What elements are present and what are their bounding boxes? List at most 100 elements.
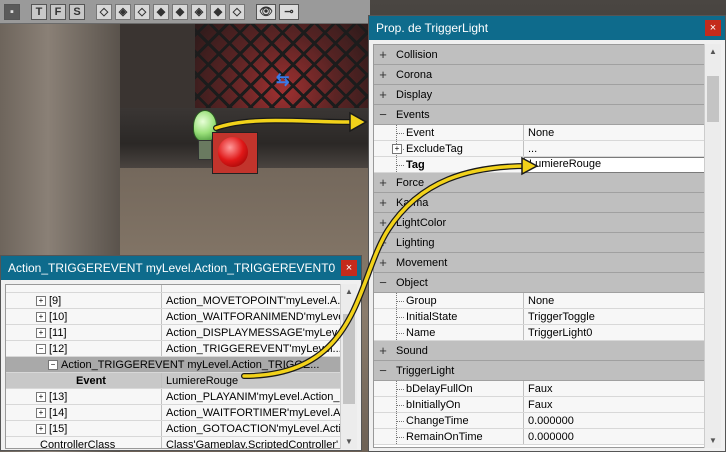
expand-icon[interactable]: + <box>374 215 392 230</box>
event-value[interactable]: LumiereRouge <box>162 375 342 387</box>
close-button[interactable]: × <box>705 20 721 36</box>
category-karma[interactable]: + Karma <box>374 193 709 213</box>
property-value[interactable]: TriggerLight0 <box>524 327 709 339</box>
action-value[interactable]: Action_PLAYANIM'myLevel.Action_... <box>162 391 342 403</box>
property-row[interactable]: Name TriggerLight0 <box>374 325 709 341</box>
action-row[interactable]: − [12] Action_TRIGGEREVENT'myLevel.... <box>6 341 342 357</box>
category-force[interactable]: + Force <box>374 173 709 193</box>
tag-value-field[interactable]: LumiereRouge <box>524 156 707 173</box>
wireframe-cube-icon[interactable]: ◇ <box>96 3 112 20</box>
actor-marker-icon[interactable]: ⇆ <box>276 70 289 90</box>
scroll-up-icon[interactable]: ▲ <box>705 47 721 56</box>
action-value[interactable]: Action_MOVETOPOINT'myLevel.A... <box>162 295 342 307</box>
action-scrollbar[interactable]: ▲ ▼ <box>340 284 357 449</box>
action-value[interactable]: Action_WAITFORTIMER'myLevel.A... <box>162 407 342 419</box>
view-mode-s-button[interactable]: S <box>69 3 85 20</box>
property-value[interactable]: Faux <box>524 383 709 395</box>
property-value[interactable]: TriggerToggle <box>524 311 709 323</box>
property-row[interactable]: Group None <box>374 293 709 309</box>
scroll-down-icon[interactable]: ▼ <box>341 437 357 446</box>
property-value[interactable]: None <box>524 127 709 139</box>
category-triggerlight[interactable]: − TriggerLight <box>374 361 709 381</box>
action-row[interactable]: + [13] Action_PLAYANIM'myLevel.Action_... <box>6 389 342 405</box>
property-row[interactable]: + ExcludeTag ... <box>374 141 709 157</box>
controller-class-row[interactable]: ControllerClass Class'Gameplay.ScriptedC… <box>6 437 342 449</box>
property-value[interactable]: ... <box>524 143 709 155</box>
view-mode-f-button[interactable]: F <box>50 3 66 20</box>
collapse-icon[interactable]: − <box>374 107 392 122</box>
expand-icon[interactable]: + <box>36 295 46 306</box>
category-sound[interactable]: + Sound <box>374 341 709 361</box>
property-value[interactable]: 0.000000 <box>524 415 709 427</box>
property-row[interactable]: bInitiallyOn Faux <box>374 397 709 413</box>
red-light-lamp[interactable] <box>218 137 248 167</box>
scroll-up-icon[interactable]: ▲ <box>341 287 357 296</box>
expand-icon[interactable]: + <box>374 235 392 250</box>
category-collision[interactable]: + Collision <box>374 45 709 65</box>
lighting-only-cube-icon[interactable]: ◈ <box>191 3 207 20</box>
category-events[interactable]: − Events <box>374 105 709 125</box>
expand-icon[interactable]: + <box>36 391 46 402</box>
event-row[interactable]: Event LumiereRouge <box>6 373 342 389</box>
collapse-icon[interactable]: − <box>374 275 392 290</box>
expand-icon[interactable]: + <box>374 195 392 210</box>
textured-cube-icon[interactable]: ◆ <box>153 3 169 20</box>
action-row[interactable]: + [9] Action_MOVETOPOINT'myLevel.A... <box>6 293 342 309</box>
bsp-cube-icon[interactable]: ◇ <box>134 3 150 20</box>
action-value[interactable]: Action_GOTOACTION'myLevel.Acti... <box>162 423 342 435</box>
expand-icon[interactable]: + <box>374 175 392 190</box>
expand-icon[interactable]: + <box>36 407 46 418</box>
property-value[interactable]: 0.000000 <box>524 431 709 443</box>
eye-icon[interactable]: 👁 <box>256 3 276 20</box>
category-corona[interactable]: + Corona <box>374 65 709 85</box>
action-row[interactable]: + [10] Action_WAITFORANIMEND'myLeve... <box>6 309 342 325</box>
category-movement[interactable]: + Movement <box>374 253 709 273</box>
pin-icon[interactable]: ⊸ <box>279 3 299 20</box>
property-row-tag[interactable]: Tag LumiereRouge <box>374 156 709 173</box>
depth-cube-icon[interactable]: ◆ <box>210 3 226 20</box>
collapse-icon[interactable]: − <box>374 363 392 378</box>
scroll-thumb[interactable] <box>343 314 355 404</box>
property-row[interactable]: Event None <box>374 125 709 141</box>
zone-cube-icon[interactable]: ◈ <box>115 3 131 20</box>
scroll-thumb[interactable] <box>707 76 719 122</box>
action-titlebar[interactable]: Action_TRIGGEREVENT myLevel.Action_TRIGG… <box>1 256 361 280</box>
properties-scrollbar[interactable]: ▲ ▼ <box>704 44 721 448</box>
category-lighting[interactable]: + Lighting <box>374 233 709 253</box>
expand-icon[interactable]: + <box>36 311 46 322</box>
property-value[interactable]: None <box>524 295 709 307</box>
category-object[interactable]: − Object <box>374 273 709 293</box>
property-row[interactable]: ChangeTime 0.000000 <box>374 413 709 429</box>
category-display[interactable]: + Display <box>374 85 709 105</box>
expand-icon[interactable]: + <box>36 327 46 338</box>
category-lightcolor[interactable]: + LightColor <box>374 213 709 233</box>
collapse-icon[interactable]: − <box>48 359 58 370</box>
action-row[interactable]: + [14] Action_WAITFORTIMER'myLevel.A... <box>6 405 342 421</box>
action-value[interactable]: Action_DISPLAYMESSAGE'myLev... <box>162 327 342 339</box>
lit-cube-icon[interactable]: ◆ <box>172 3 188 20</box>
property-value[interactable]: Class'Gameplay.ScriptedController' <box>162 439 342 449</box>
action-row[interactable]: + [11] Action_DISPLAYMESSAGE'myLev... <box>6 325 342 341</box>
property-row[interactable]: bDelayFullOn Faux <box>374 381 709 397</box>
expand-icon[interactable]: + <box>374 343 392 358</box>
expand-icon[interactable]: + <box>374 87 392 102</box>
collapse-icon[interactable]: − <box>36 343 46 354</box>
action-value[interactable]: Action_TRIGGEREVENT'myLevel.... <box>162 343 342 355</box>
expand-icon[interactable]: + <box>374 47 392 62</box>
expanded-action-row[interactable]: − Action_TRIGGEREVENT myLevel.Action_TRIG… <box>6 357 342 373</box>
properties-titlebar[interactable]: Prop. de TriggerLight × <box>369 16 725 40</box>
property-row[interactable]: InitialState TriggerToggle <box>374 309 709 325</box>
viewport-menu-icon[interactable]: ▪ <box>4 3 20 20</box>
action-value[interactable]: Action_WAITFORANIMEND'myLeve... <box>162 311 342 323</box>
expand-icon[interactable]: + <box>36 423 46 434</box>
property-row[interactable]: RemainOnTime 0.000000 <box>374 429 709 445</box>
expand-icon[interactable]: + <box>374 67 392 82</box>
view-mode-t-button[interactable]: T <box>31 3 47 20</box>
scroll-down-icon[interactable]: ▼ <box>705 436 721 445</box>
property-value[interactable]: Faux <box>524 399 709 411</box>
action-row[interactable]: + [15] Action_GOTOACTION'myLevel.Acti... <box>6 421 342 437</box>
close-button[interactable]: × <box>341 260 357 276</box>
expand-icon[interactable]: + <box>392 144 402 154</box>
cube-view-icon[interactable]: ◇ <box>229 3 245 20</box>
expand-icon[interactable]: + <box>374 255 392 270</box>
